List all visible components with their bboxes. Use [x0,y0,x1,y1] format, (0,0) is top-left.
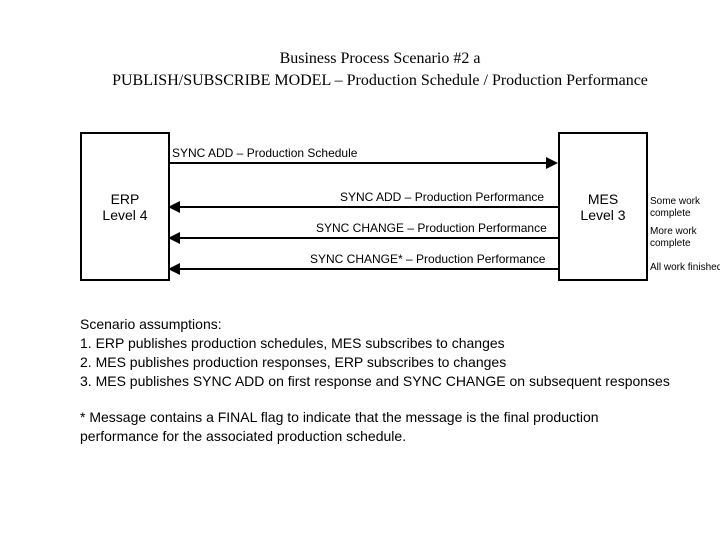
note-1: Some work complete [650,196,700,219]
erp-label-1: ERP [111,191,140,207]
mes-label-1: MES [588,191,618,207]
arrow-1-head [546,157,558,169]
arrow-2-line [180,206,558,208]
arrow-3-head [168,232,180,244]
note-3: All work finished [650,262,720,274]
erp-label-2: Level 4 [102,207,147,223]
note-2: More work complete [650,226,697,249]
assumptions-block: Scenario assumptions: 1. ERP publishes p… [80,315,680,391]
note-2a: More work [650,226,697,237]
arrow-3-line [180,237,558,239]
arrow-2-head [168,201,180,213]
assumptions-heading: Scenario assumptions: [80,315,680,334]
arrow-1-line [168,162,546,164]
erp-box: ERP Level 4 [80,132,170,281]
note-2b: complete [650,238,691,249]
arrow-4-label: SYNC CHANGE* – Production Performance [310,252,545,266]
arrow-4-head [168,263,180,275]
mes-label-2: Level 3 [580,207,625,223]
arrow-2-label: SYNC ADD – Production Performance [340,190,544,204]
title-line1: Business Process Scenario #2 a [280,50,481,67]
assumption-3: 3. MES publishes SYNC ADD on first respo… [80,372,680,391]
arrow-4-line [180,268,558,270]
assumption-2: 2. MES publishes production responses, E… [80,353,680,372]
diagram-title: Business Process Scenario #2 a PUBLISH/S… [80,48,680,93]
mes-box: MES Level 3 [558,132,648,281]
footnote: * Message contains a FINAL flag to indic… [80,408,660,446]
note-1b: complete [650,208,691,219]
assumption-1: 1. ERP publishes production schedules, M… [80,334,680,353]
title-line2: PUBLISH/SUBSCRIBE MODEL – Production Sch… [112,72,648,89]
arrow-1-label: SYNC ADD – Production Schedule [172,146,357,160]
note-1a: Some work [650,196,700,207]
arrow-3-label: SYNC CHANGE – Production Performance [316,221,547,235]
